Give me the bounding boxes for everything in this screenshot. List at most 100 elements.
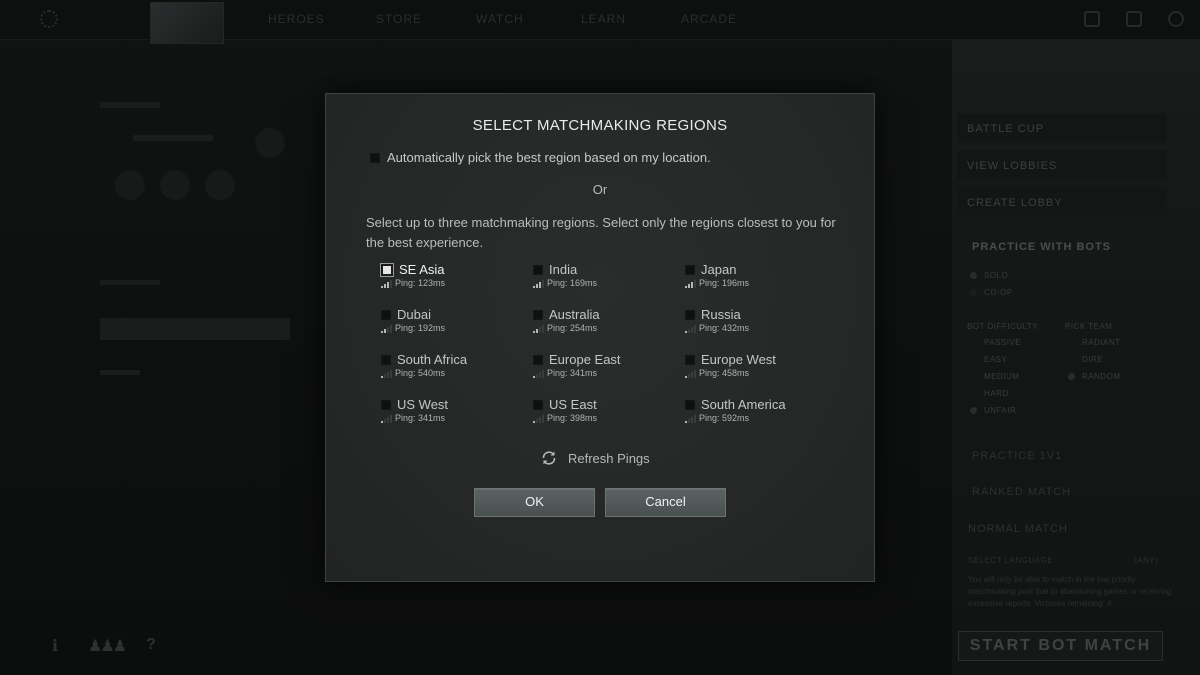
region-checkbox[interactable] — [533, 264, 543, 275]
region-option[interactable]: Japan Ping: 196ms — [685, 262, 835, 302]
signal-bar — [539, 417, 541, 423]
team-radiant[interactable]: RADIANT — [1082, 338, 1121, 347]
region-checkbox[interactable] — [685, 309, 695, 320]
help-icon[interactable]: ? — [146, 636, 156, 654]
inventory-icon[interactable] — [1126, 11, 1142, 27]
team-dire[interactable]: DIRE — [1082, 355, 1103, 364]
difficulty-unfair[interactable]: UNFAIR — [984, 406, 1016, 415]
play-panel: BATTLE CUP VIEW LOBBIES CREATE LOBBY PRA… — [952, 40, 1200, 675]
auto-pick-checkbox[interactable] — [370, 152, 380, 163]
start-bot-match-button[interactable]: START BOT MATCH — [958, 631, 1163, 661]
region-header[interactable]: Russia — [685, 307, 835, 322]
nav-watch[interactable]: WATCH — [476, 12, 524, 26]
signal-bar — [390, 325, 392, 333]
region-option[interactable]: India Ping: 169ms — [533, 262, 683, 302]
region-checkbox[interactable] — [533, 399, 543, 410]
normal-match-link[interactable]: NORMAL MATCH — [968, 523, 1068, 535]
difficulty-medium[interactable]: MEDIUM — [984, 372, 1019, 381]
region-name[interactable]: Dubai — [397, 307, 431, 322]
region-name[interactable]: South America — [701, 397, 786, 412]
power-icon[interactable] — [1168, 11, 1184, 27]
region-name[interactable]: Japan — [701, 262, 736, 277]
difficulty-easy[interactable]: EASY — [984, 355, 1007, 364]
radio-solo[interactable] — [970, 272, 977, 279]
region-header[interactable]: US West — [381, 397, 531, 412]
ranked-match-link[interactable]: RANKED MATCH — [972, 486, 1071, 498]
radio-random[interactable] — [1068, 373, 1075, 380]
region-name[interactable]: Russia — [701, 307, 741, 322]
region-name[interactable]: India — [549, 262, 577, 277]
nav-arcade[interactable]: ARCADE — [681, 12, 737, 26]
region-checkbox[interactable] — [381, 309, 391, 320]
region-name[interactable]: Australia — [549, 307, 600, 322]
region-name[interactable]: Europe West — [701, 352, 776, 367]
signal-bar — [691, 282, 693, 288]
region-option[interactable]: SE Asia Ping: 123ms — [381, 262, 531, 302]
cancel-button[interactable]: Cancel — [605, 488, 726, 517]
region-checkbox[interactable] — [381, 354, 391, 365]
settings-gear-icon[interactable] — [40, 10, 58, 28]
region-option[interactable]: Europe West Ping: 458ms — [685, 352, 835, 392]
mail-icon[interactable] — [1084, 11, 1100, 27]
region-option[interactable]: Australia Ping: 254ms — [533, 307, 683, 347]
difficulty-hard[interactable]: HARD — [984, 389, 1009, 398]
region-header[interactable]: South Africa — [381, 352, 531, 367]
auto-pick-row[interactable]: Automatically pick the best region based… — [370, 150, 711, 165]
region-header[interactable]: US East — [533, 397, 683, 412]
radio-coop[interactable] — [970, 289, 977, 296]
signal-bar — [533, 376, 535, 378]
region-name[interactable]: US East — [549, 397, 597, 412]
region-ping: Ping: 458ms — [699, 368, 750, 378]
region-header[interactable]: Japan — [685, 262, 835, 277]
ok-button[interactable]: OK — [474, 488, 595, 517]
battle-cup-link[interactable]: BATTLE CUP — [967, 123, 1044, 135]
region-option[interactable]: US East Ping: 398ms — [533, 397, 683, 437]
region-header[interactable]: Europe East — [533, 352, 683, 367]
region-checkbox[interactable] — [533, 354, 543, 365]
auto-pick-label[interactable]: Automatically pick the best region based… — [387, 150, 711, 165]
region-option[interactable]: Europe East Ping: 341ms — [533, 352, 683, 392]
practice-1v1-link[interactable]: PRACTICE 1V1 — [972, 450, 1062, 462]
region-checkbox[interactable] — [685, 399, 695, 410]
region-checkbox[interactable] — [381, 399, 391, 410]
region-option[interactable]: US West Ping: 341ms — [381, 397, 531, 437]
practice-bots-heading[interactable]: PRACTICE WITH BOTS — [972, 241, 1111, 253]
profile-avatar[interactable] — [150, 2, 224, 44]
team-random[interactable]: RANDOM — [1082, 372, 1121, 381]
region-option[interactable]: South Africa Ping: 540ms — [381, 352, 531, 392]
region-checkbox[interactable] — [685, 354, 695, 365]
signal-bar — [688, 374, 690, 378]
region-option[interactable]: Dubai Ping: 192ms — [381, 307, 531, 347]
language-value[interactable]: (ANY) — [1134, 556, 1158, 565]
region-header[interactable]: Australia — [533, 307, 683, 322]
region-header[interactable]: Europe West — [685, 352, 835, 367]
signal-bar — [533, 421, 535, 423]
region-header[interactable]: Dubai — [381, 307, 531, 322]
refresh-pings-button[interactable]: Refresh Pings — [540, 449, 650, 467]
region-name[interactable]: South Africa — [397, 352, 467, 367]
region-name[interactable]: SE Asia — [399, 262, 445, 277]
signal-bar — [691, 372, 693, 378]
view-lobbies-link[interactable]: VIEW LOBBIES — [967, 160, 1057, 172]
party-icon[interactable]: ♟♟♟ — [88, 636, 127, 656]
difficulty-passive[interactable]: PASSIVE — [984, 338, 1021, 347]
region-header[interactable]: SE Asia — [381, 262, 531, 277]
signal-bar — [381, 421, 383, 423]
region-header[interactable]: South America — [685, 397, 835, 412]
region-option[interactable]: Russia Ping: 432ms — [685, 307, 835, 347]
region-name[interactable]: Europe East — [549, 352, 621, 367]
region-option[interactable]: South America Ping: 592ms — [685, 397, 835, 437]
create-lobby-link[interactable]: CREATE LOBBY — [967, 197, 1063, 209]
region-checkbox[interactable] — [381, 263, 393, 276]
region-header[interactable]: India — [533, 262, 683, 277]
signal-bars-icon — [533, 280, 545, 288]
nav-heroes[interactable]: HEROES — [268, 12, 325, 26]
nav-learn[interactable]: LEARN — [581, 12, 626, 26]
region-checkbox[interactable] — [533, 309, 543, 320]
region-name[interactable]: US West — [397, 397, 448, 412]
radio-unfair[interactable] — [970, 407, 977, 414]
region-checkbox[interactable] — [685, 264, 695, 275]
friend-avatar — [115, 170, 145, 200]
info-icon[interactable]: ℹ — [52, 636, 58, 656]
nav-store[interactable]: STORE — [376, 12, 422, 26]
